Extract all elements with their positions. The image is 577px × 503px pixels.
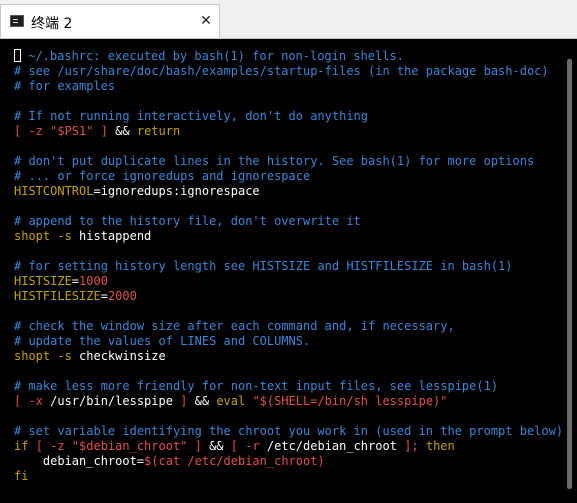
terminal-text: # don't put duplicate lines in the histo… (14, 154, 535, 168)
terminal-text: shopt -s (14, 229, 80, 243)
terminal-text: && (209, 439, 231, 453)
terminal-text: ~/.bashrc: executed by bash(1) for non-l… (21, 49, 404, 63)
terminal-line: # see /usr/share/doc/bash/examples/start… (14, 64, 562, 79)
terminal-text: = (100, 289, 108, 303)
terminal-line: # ... or force ignoredups and ignorespac… (14, 169, 562, 184)
terminal-text: && (194, 394, 217, 408)
terminal-text: HISTFILESIZE (14, 289, 101, 303)
terminal-lines: ~/.bashrc: executed by bash(1) for non-l… (14, 49, 562, 499)
terminal-text: debian_chroot= (14, 454, 145, 468)
terminal-line: if [ -z "$debian_chroot" ] && [ -r /etc/… (14, 439, 562, 454)
terminal-text: fi (14, 469, 29, 483)
terminal-text: # for examples (14, 79, 116, 93)
terminal-text: histappend (79, 229, 152, 243)
terminal-text: # check the window size after each comma… (14, 319, 455, 333)
terminal-text: # append to the history file, don't over… (14, 214, 361, 228)
terminal-text: checkwinsize (79, 349, 166, 363)
terminal-text: # update the values of LINES and COLUMNS… (14, 334, 311, 348)
terminal-line: fi (14, 469, 562, 484)
terminal-text: eval (216, 394, 253, 408)
terminal-text: $(cat /etc/debian_chroot) (144, 454, 325, 468)
terminal-line: # for setting history length see HISTSIZ… (14, 259, 562, 274)
terminal-line: HISTFILESIZE=2000 (14, 289, 562, 304)
terminal-text: ] (180, 394, 195, 408)
terminal-text: # for setting history length see HISTSIZ… (14, 259, 513, 273)
terminal-line: # append to the history file, don't over… (14, 214, 562, 229)
terminal-line: # check the window size after each comma… (14, 319, 562, 334)
terminal-text: shopt -s (14, 349, 80, 363)
terminal-text: return (136, 124, 181, 138)
terminal-text: HISTCONTROL (14, 184, 94, 198)
terminal-text: [ -z "$PS1" ] (14, 124, 116, 138)
terminal-icon (10, 15, 24, 27)
tab-bar: 终端 2 ✕ (0, 0, 577, 39)
terminal-text: # see /usr/share/doc/bash/examples/start… (14, 64, 549, 78)
terminal-window: 终端 2 ✕ ~/.bashrc: executed by bash(1) fo… (0, 0, 577, 503)
terminal-text: # If not running interactively, don't do… (14, 109, 369, 123)
terminal-line: # update the values of LINES and COLUMNS… (14, 334, 562, 349)
terminal-line: ~/.bashrc: executed by bash(1) for non-l… (14, 49, 562, 64)
terminal-line: # If not running interactively, don't do… (14, 109, 562, 124)
terminal-text: 2000 (107, 289, 137, 303)
terminal-text: [ -z "$debian_chroot" ] (35, 439, 210, 453)
terminal-line: # set variable identifying the chroot yo… (14, 424, 562, 439)
terminal-text: && (115, 124, 137, 138)
terminal-text: =ignoredups:ignorespace (93, 184, 260, 198)
scrollbar[interactable] (562, 39, 577, 503)
terminal-text: if (14, 439, 36, 453)
terminal-line: # make less more friendly for non-text i… (14, 379, 562, 394)
terminal-line: shopt -s checkwinsize (14, 349, 562, 364)
scrollbar-thumb[interactable] (567, 59, 572, 489)
tab-terminal-2[interactable]: 终端 2 ✕ (0, 4, 220, 38)
terminal-text: # set variable identifying the chroot yo… (14, 424, 562, 438)
terminal-text: /etc/debian_chroot (266, 439, 405, 453)
terminal-line: [ -z "$PS1" ] && return (14, 124, 562, 139)
terminal-text: "$(SHELL=/bin/sh lesspipe)" (252, 394, 448, 408)
terminal-text: = (71, 274, 80, 288)
terminal-text: /usr/bin/lesspipe (50, 394, 181, 408)
terminal-line: # don't put duplicate lines in the histo… (14, 154, 562, 169)
terminal-text: [ -r (230, 439, 267, 453)
terminal-line: shopt -s histappend (14, 229, 562, 244)
terminal-text: then (425, 439, 455, 453)
terminal-line: HISTCONTROL=ignoredups:ignorespace (14, 184, 562, 199)
terminal-line: debian_chroot=$(cat /etc/debian_chroot) (14, 454, 562, 469)
terminal-line: HISTSIZE=1000 (14, 274, 562, 289)
terminal-text: 1000 (79, 274, 108, 288)
terminal-text: # make less more friendly for non-text i… (14, 379, 499, 393)
close-icon[interactable]: ✕ (197, 12, 215, 30)
terminal-output[interactable]: ~/.bashrc: executed by bash(1) for non-l… (0, 39, 562, 503)
cursor (14, 49, 21, 62)
terminal-line: [ -x /usr/bin/lesspipe ] && eval "$(SHEL… (14, 394, 562, 409)
terminal-text: # ... or force ignoredups and ignorespac… (14, 169, 311, 183)
tab-title: 终端 2 (31, 16, 73, 32)
terminal-text: HISTSIZE (14, 274, 72, 288)
terminal-text: ]; (404, 439, 426, 453)
terminal-line: # for examples (14, 79, 562, 94)
terminal-text: [ -x (14, 394, 51, 408)
